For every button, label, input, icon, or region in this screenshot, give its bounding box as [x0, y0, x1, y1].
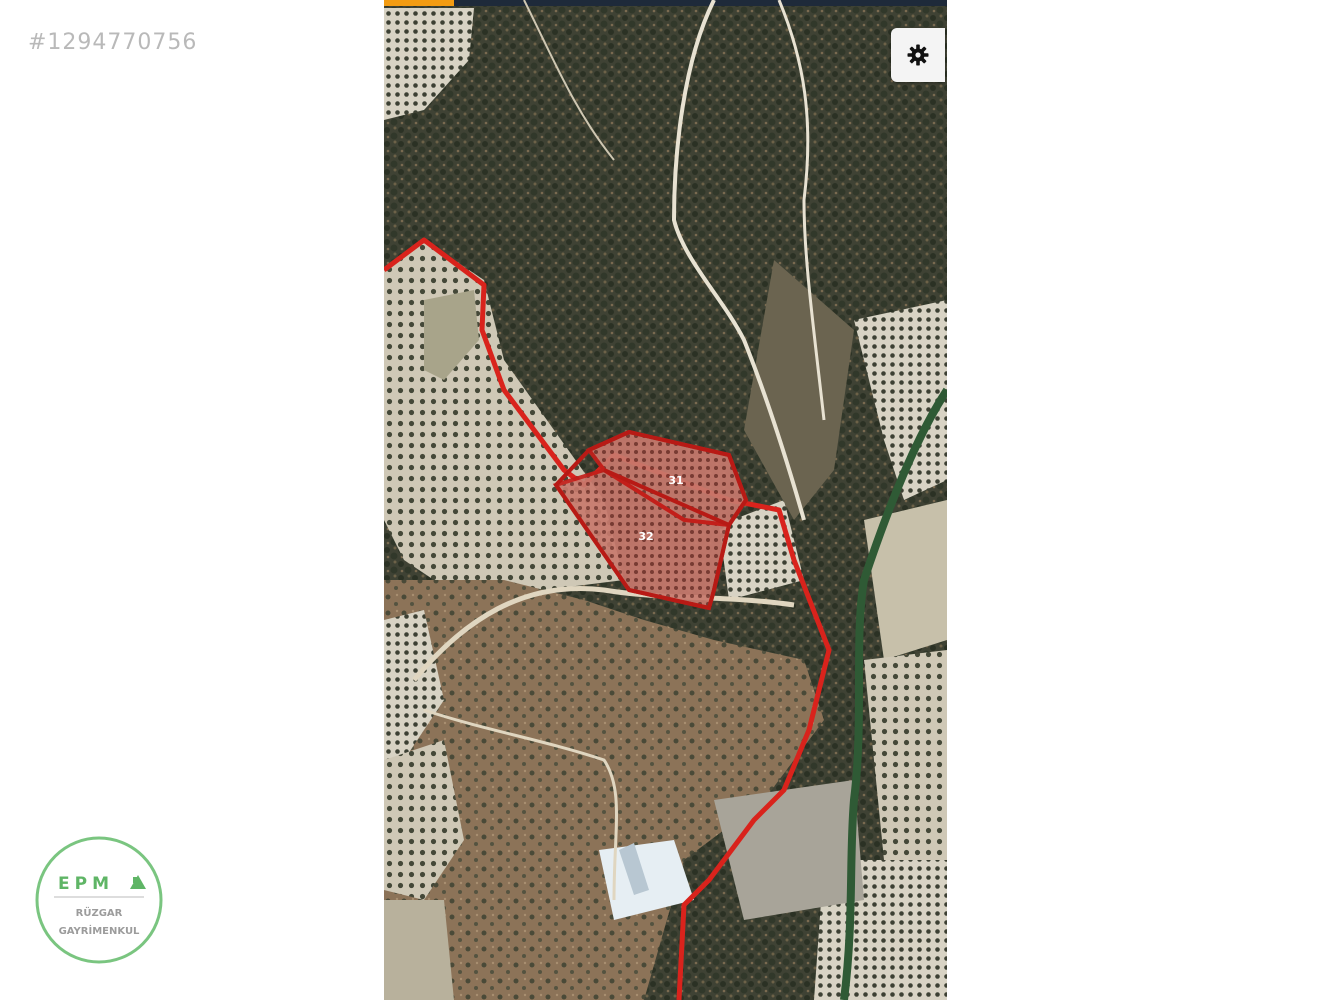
logo-line-2: GAYRİMENKUL [58, 926, 140, 937]
page: #1294770756 31 32 EPM RÜZGAR GAYRİMENKUL [0, 0, 1333, 1000]
agency-logo: EPM RÜZGAR GAYRİMENKUL [34, 835, 164, 965]
parcel-label-31: 31 [668, 474, 683, 487]
satellite-map[interactable]: 31 32 [384, 0, 947, 1000]
gear-icon [907, 44, 929, 66]
logo-badge-graphic: EPM [35, 836, 163, 964]
parcel-label-32: 32 [638, 530, 653, 543]
map-settings-button[interactable] [891, 28, 945, 82]
listing-id: #1294770756 [28, 30, 198, 55]
logo-line-1: RÜZGAR [75, 908, 123, 919]
map-canvas: 31 32 [384, 0, 947, 1000]
logo-brand-mark: EPM [58, 874, 114, 894]
